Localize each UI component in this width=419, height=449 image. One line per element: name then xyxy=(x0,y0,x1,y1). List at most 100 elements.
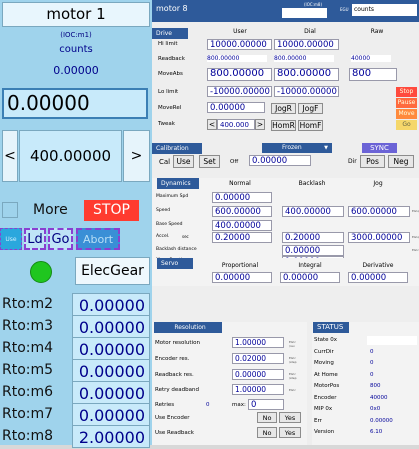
motor-res-input[interactable]: 1.00000 xyxy=(232,337,284,348)
left-abort-button[interactable]: Abort xyxy=(76,228,120,250)
dynamics-jog-input[interactable]: 3000.00000 xyxy=(348,232,410,243)
left-use-button[interactable]: Use xyxy=(0,228,22,250)
tweak-input[interactable]: 400.000 xyxy=(217,119,255,130)
tweak-right-button[interactable]: > xyxy=(255,119,265,130)
status-row-label: At Home xyxy=(314,371,338,378)
right-ioc-label: (IOC:m8) xyxy=(304,2,323,7)
left-tweak-left-button[interactable]: < xyxy=(2,130,18,182)
dynamics-normal-input[interactable]: 400.00000 xyxy=(212,220,272,231)
dynamics-backlash-input[interactable]: 0.20000 xyxy=(282,232,344,243)
dir-neg-button[interactable]: Neg xyxy=(388,155,414,168)
moverel-input[interactable]: 0.00000 xyxy=(207,102,265,113)
drive-col-raw: Raw xyxy=(370,28,384,35)
homf-button[interactable]: HomF xyxy=(298,120,323,131)
use-encoder-yes-button[interactable]: Yes xyxy=(279,412,301,423)
left-stop-button[interactable]: STOP xyxy=(84,200,139,221)
tweak-left-button[interactable]: < xyxy=(207,119,217,130)
servo-d-input[interactable]: 0.00000 xyxy=(348,272,408,283)
pause-button[interactable]: Pause xyxy=(396,98,417,108)
moveabs-raw-input[interactable]: 800 xyxy=(349,68,397,81)
use-readback-yes-button[interactable]: Yes xyxy=(279,427,301,438)
dynamics-normal-input[interactable]: 0.20000 xyxy=(212,232,272,243)
dynamics-row-label: Backlash distance xyxy=(156,247,197,252)
moveabs-dial-input[interactable]: 800.00000 xyxy=(274,68,339,81)
use-readback-no-button[interactable]: No xyxy=(257,427,277,438)
encoder-res-input[interactable]: 0.02000 xyxy=(232,353,284,364)
cal-set-button[interactable]: Set xyxy=(199,155,220,168)
ratio-input[interactable]: 0.00000 xyxy=(72,403,150,426)
left-elecgear-button[interactable]: ElecGear xyxy=(75,257,150,285)
dir-pos-button[interactable]: Pos xyxy=(360,155,385,168)
cal-use-button[interactable]: Use xyxy=(173,155,194,168)
use-readback-label: Use Readback xyxy=(155,430,194,436)
dynamics-backlash-input[interactable]: 400.00000 xyxy=(282,206,344,217)
left-position-input[interactable]: 0.00000 xyxy=(2,88,148,119)
stop-button[interactable]: Stop xyxy=(396,87,417,97)
use-encoder-no-button[interactable]: No xyxy=(257,412,277,423)
homr-button[interactable]: HomR xyxy=(271,120,296,131)
servo-i-input[interactable]: 0.00000 xyxy=(280,272,340,283)
left-more-label[interactable]: More xyxy=(33,202,68,219)
left-position-value: 0.00000 xyxy=(7,91,90,115)
left-load-button[interactable]: Ld xyxy=(24,228,46,250)
left-more-checkbox[interactable] xyxy=(2,202,18,218)
retry-deadband-units: EGU xyxy=(289,388,296,392)
servo-col-derivative: Derivative xyxy=(362,262,394,269)
move-button[interactable]: Move xyxy=(396,109,417,119)
frozen-dropdown[interactable]: Frozen ▼ xyxy=(262,143,332,153)
lolimit-user-input[interactable]: -10000.00000 xyxy=(207,86,272,97)
status-row-value: 0 xyxy=(370,371,374,378)
dynamics-backlash-input[interactable]: 0.00000 xyxy=(282,245,344,256)
drive-col-dial: Dial xyxy=(304,28,316,35)
left-ioc-label: (IOC:m1) xyxy=(60,31,92,39)
dynamics-col-normal: Normal xyxy=(229,180,251,187)
dynamics-normal-input[interactable]: 0.00000 xyxy=(212,192,272,203)
servo-p-input[interactable]: 0.00000 xyxy=(212,272,272,283)
retry-deadband-label: Retry deadband xyxy=(155,387,199,393)
dynamics-unit-label: EGU/s² xyxy=(412,235,419,239)
hilimit-label: Hi limit xyxy=(158,41,178,47)
right-title-bar: motor 8 (IOC:m8) EGU counts xyxy=(152,0,419,22)
left-tweak-input[interactable]: 400.00000 xyxy=(19,130,122,182)
sync-button[interactable]: SYNC xyxy=(362,143,397,153)
status-row-value: 40000 xyxy=(370,394,388,401)
chevron-down-icon: ▼ xyxy=(324,145,328,151)
frozen-label: Frozen xyxy=(282,144,302,151)
dynamics-row-label: Base Speed xyxy=(156,222,183,227)
ratio-label: Rto:m6 xyxy=(2,384,54,400)
ratio-input[interactable]: 0.00000 xyxy=(72,359,150,382)
ratio-input[interactable]: 0.00000 xyxy=(72,315,150,338)
dynamics-normal-input[interactable]: 600.00000 xyxy=(212,206,272,217)
hilimit-user-input[interactable]: 10000.00000 xyxy=(207,39,272,50)
ratio-input[interactable]: 0.00000 xyxy=(72,293,150,316)
jogf-button[interactable]: JogF xyxy=(298,103,323,114)
ratio-label: Rto:m3 xyxy=(2,318,54,334)
dynamics-row-label: Accel. xyxy=(156,234,170,239)
dynamics-jog-input[interactable]: 600.00000 xyxy=(348,206,410,217)
right-egu-field[interactable]: counts xyxy=(352,4,417,16)
moverel-label: MoveRel xyxy=(158,105,182,111)
tweak-label: Tweak xyxy=(158,121,175,127)
left-units: counts xyxy=(59,44,93,55)
calibration-section-header: Calibration xyxy=(152,143,202,154)
ratio-input[interactable]: 0.00000 xyxy=(72,337,150,360)
go-button[interactable]: Go xyxy=(396,120,417,130)
lolimit-dial-input[interactable]: -10000.00000 xyxy=(274,86,339,97)
left-tweak-right-button[interactable]: > xyxy=(123,130,150,182)
left-go-button[interactable]: Go xyxy=(48,228,73,250)
readback-res-input[interactable]: 0.00000 xyxy=(232,369,284,380)
retry-deadband-input[interactable]: 1.00000 xyxy=(232,384,284,395)
jogr-button[interactable]: JogR xyxy=(271,103,296,114)
left-motor-panel: motor 1 (IOC:m1) counts 0.00000 0.00000 … xyxy=(0,0,152,448)
offset-input[interactable]: 0.00000 xyxy=(249,155,311,166)
ratio-input[interactable]: 0.00000 xyxy=(72,381,150,404)
readback-user-value: 800.00000 xyxy=(207,55,267,62)
left-readback: 0.00000 xyxy=(53,64,99,77)
dir-label: Dir xyxy=(348,158,357,165)
motor-res-label: Motor resolution xyxy=(155,340,200,346)
moveabs-user-input[interactable]: 800.00000 xyxy=(207,68,272,81)
status-row-label: MotorPos xyxy=(314,383,340,389)
hilimit-dial-input[interactable]: 10000.00000 xyxy=(274,39,339,50)
max-retries-input[interactable]: 0 xyxy=(248,399,284,410)
moveabs-label: MoveAbs xyxy=(158,71,183,77)
